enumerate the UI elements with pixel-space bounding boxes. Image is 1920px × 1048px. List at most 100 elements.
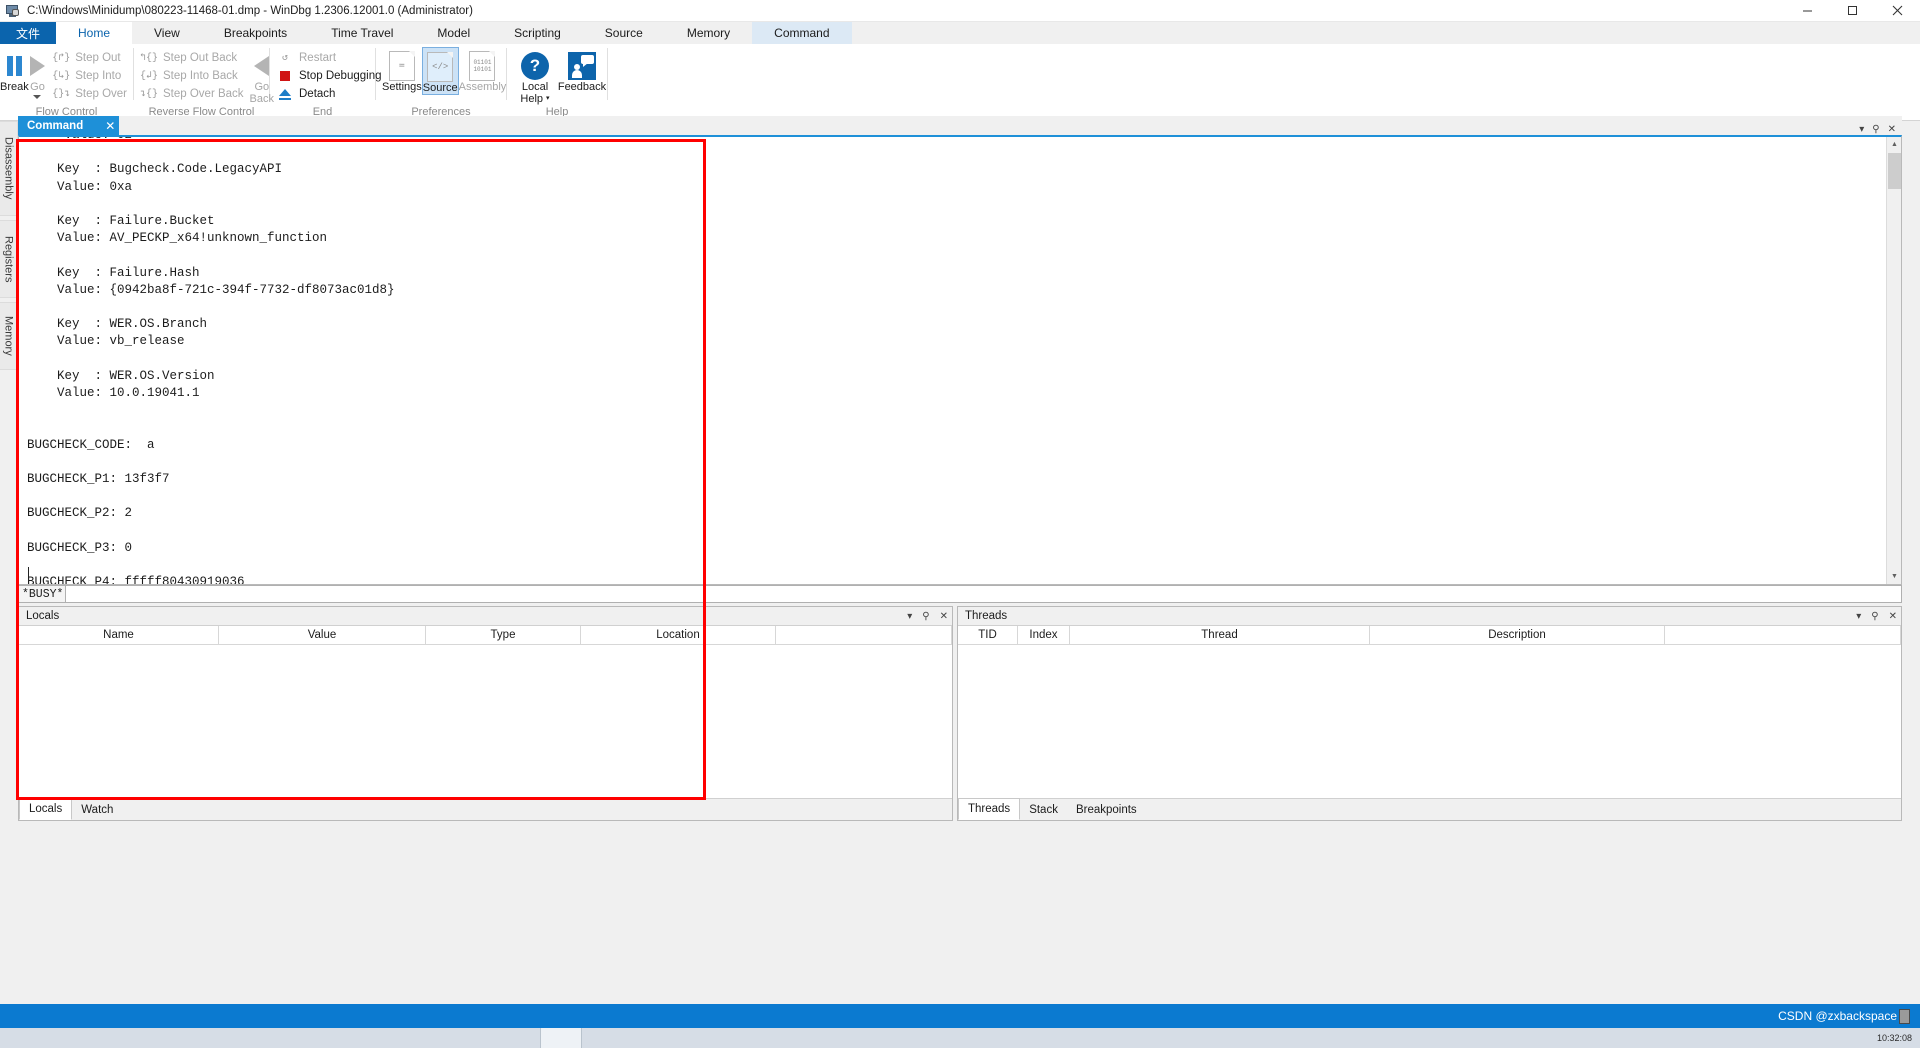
ribbon-group-help: ? Local Help ▾ Feedback Help xyxy=(507,44,607,121)
column-header-type[interactable]: Type xyxy=(426,626,581,644)
step-over-button[interactable]: {}↴ Step Over xyxy=(46,85,133,103)
pin-icon[interactable]: ⚲ xyxy=(922,611,929,622)
command-vertical-scrollbar[interactable]: ▲ ▼ xyxy=(1886,137,1901,584)
window-controls xyxy=(1785,0,1920,22)
chevron-down-icon[interactable]: ▾ xyxy=(907,611,912,622)
step-into-back-icon: {↲} xyxy=(139,71,159,82)
sidebar-item-registers[interactable]: Registers xyxy=(0,220,18,298)
tab-locals[interactable]: Locals xyxy=(19,798,73,820)
tab-home[interactable]: Home xyxy=(56,22,133,44)
command-output-panel[interactable]: Value: 02 Key : Bugcheck.Code.LegacyAPI … xyxy=(18,135,1902,585)
locals-panel: Locals ▾ ⚲ ✕ Name Value Type Location Lo… xyxy=(18,606,953,821)
ribbon-separator xyxy=(607,48,608,100)
step-into-icon: {↳} xyxy=(52,71,71,82)
column-header-tid[interactable]: TID xyxy=(958,626,1018,644)
scrollbar-thumb[interactable] xyxy=(1888,153,1901,189)
scroll-down-icon[interactable]: ▼ xyxy=(1887,569,1901,584)
chevron-down-icon[interactable]: ▾ xyxy=(1856,611,1861,622)
tab-time-travel[interactable]: Time Travel xyxy=(309,22,415,44)
tab-breakpoints[interactable]: Breakpoints xyxy=(202,22,309,44)
scroll-up-icon[interactable]: ▲ xyxy=(1887,137,1901,152)
watermark: CSDN @zxbackspace xyxy=(1778,1008,1920,1024)
pause-icon xyxy=(6,51,22,81)
maximize-icon[interactable] xyxy=(1830,0,1875,22)
chevron-down-icon[interactable]: ▾ xyxy=(1859,124,1864,135)
stop-debugging-label: Stop Debugging xyxy=(299,70,382,82)
close-icon[interactable]: ✕ xyxy=(1888,124,1896,135)
tab-file[interactable]: 文件 xyxy=(0,22,56,44)
assembly-button[interactable]: 01101 10101 Assembly xyxy=(458,47,507,93)
tab-breakpoints[interactable]: Breakpoints xyxy=(1067,799,1146,820)
column-header-name[interactable]: Name xyxy=(19,626,219,644)
play-icon xyxy=(29,51,45,81)
tab-memory[interactable]: Memory xyxy=(665,22,752,44)
settings-button[interactable]: ≔ Settings xyxy=(382,47,422,93)
windbg-icon xyxy=(5,3,21,19)
taskbar: 10:32:08 xyxy=(0,1028,1920,1048)
step-over-back-button[interactable]: ↴{} Step Over Back xyxy=(134,85,250,103)
ribbon-tab-strip: 文件 Home View Breakpoints Time Travel Mod… xyxy=(0,22,1920,44)
tab-threads[interactable]: Threads xyxy=(958,798,1021,820)
assembly-label: Assembly xyxy=(458,81,507,93)
step-out-button[interactable]: {↱} Step Out xyxy=(46,49,133,67)
close-icon[interactable]: ✕ xyxy=(940,611,948,622)
detach-button[interactable]: Detach xyxy=(270,85,387,103)
tab-watch[interactable]: Watch xyxy=(72,799,122,820)
column-header-location[interactable]: Location xyxy=(581,626,776,644)
feedback-button[interactable]: Feedback xyxy=(557,47,607,93)
step-over-icon: {}↴ xyxy=(52,89,71,100)
ribbon-group-reverse-flow-control: ↰{} Step Out Back {↲} Step Into Back ↴{}… xyxy=(134,44,274,121)
break-button[interactable]: Break xyxy=(0,47,29,93)
ribbon-group-preferences: ≔ Settings </> Source 01101 10101 Assembl… xyxy=(376,44,506,121)
cursor-icon xyxy=(1899,1008,1910,1024)
tab-source[interactable]: Source xyxy=(583,22,665,44)
chevron-down-icon[interactable] xyxy=(33,95,42,99)
step-out-back-button[interactable]: ↰{} Step Out Back xyxy=(134,49,250,67)
minimize-icon[interactable] xyxy=(1785,0,1830,22)
tab-scripting[interactable]: Scripting xyxy=(492,22,583,44)
close-icon[interactable] xyxy=(1875,0,1920,22)
pin-icon[interactable]: ⚲ xyxy=(1872,124,1879,135)
source-code-icon: </> xyxy=(427,52,454,82)
close-icon[interactable]: ✕ xyxy=(1889,611,1897,622)
tab-model[interactable]: Model xyxy=(415,22,492,44)
local-help-button[interactable]: ? Local Help ▾ xyxy=(513,47,557,105)
threads-panel: Threads ▾ ⚲ ✕ TID Index Thread Descripti… xyxy=(957,606,1902,821)
assembly-icon: 01101 10101 xyxy=(469,51,496,81)
restart-button[interactable]: ↺ Restart xyxy=(270,49,387,67)
stop-debugging-button[interactable]: Stop Debugging xyxy=(270,67,387,85)
tab-command[interactable]: Command xyxy=(752,22,852,44)
go-button[interactable]: Go xyxy=(29,47,46,99)
step-out-back-label: Step Out Back xyxy=(163,52,238,64)
sidebar-item-memory[interactable]: Memory xyxy=(0,302,18,370)
locals-rows-area[interactable] xyxy=(19,645,952,798)
command-input[interactable] xyxy=(66,585,1902,603)
settings-label: Settings xyxy=(382,81,422,93)
source-label: Source xyxy=(422,82,458,94)
threads-rows-area[interactable] xyxy=(958,645,1901,798)
close-icon[interactable]: ✕ xyxy=(105,119,115,133)
column-header-description[interactable]: Description xyxy=(1370,626,1665,644)
locals-panel-header: Locals ▾ ⚲ ✕ xyxy=(19,607,952,626)
tab-stack[interactable]: Stack xyxy=(1020,799,1067,820)
step-out-label: Step Out xyxy=(75,52,121,64)
step-out-back-icon: ↰{} xyxy=(139,53,159,64)
step-over-back-label: Step Over Back xyxy=(163,88,244,100)
command-output-text: Value: 02 Key : Bugcheck.Code.LegacyAPI … xyxy=(27,135,395,585)
step-into-button[interactable]: {↳} Step Into xyxy=(46,67,133,85)
tab-view[interactable]: View xyxy=(132,22,202,44)
detach-label: Detach xyxy=(299,88,336,100)
column-header-spacer xyxy=(1665,626,1901,644)
column-header-value[interactable]: Value xyxy=(219,626,426,644)
local-help-label-line1: Local xyxy=(521,81,549,93)
pin-icon[interactable]: ⚲ xyxy=(1871,611,1878,622)
source-button[interactable]: </> Source xyxy=(421,47,459,95)
step-into-back-label: Step Into Back xyxy=(163,70,238,82)
command-tab[interactable]: Command ✕ xyxy=(18,116,120,135)
step-into-back-button[interactable]: {↲} Step Into Back xyxy=(134,67,250,85)
column-header-index[interactable]: Index xyxy=(1018,626,1070,644)
column-header-thread[interactable]: Thread xyxy=(1070,626,1370,644)
sidebar-item-disassembly[interactable]: Disassembly xyxy=(0,121,18,216)
locals-bottom-tabs: Locals Watch xyxy=(19,798,952,820)
status-bar: CSDN @zxbackspace xyxy=(0,1004,1920,1028)
